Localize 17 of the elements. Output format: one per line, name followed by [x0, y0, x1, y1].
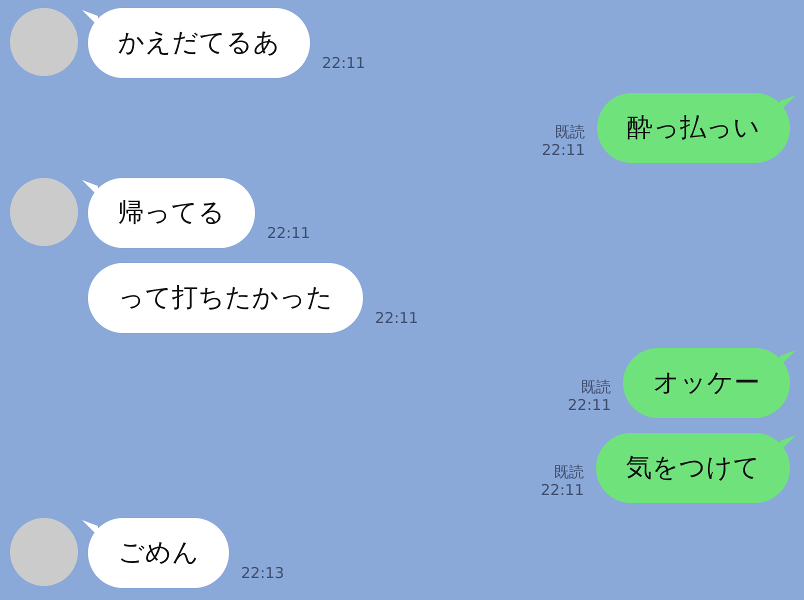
message-time: 22:11 — [540, 481, 584, 499]
message-bubble: 酔っ払っい — [597, 93, 790, 163]
message-time: 22:11 — [568, 396, 611, 414]
message-time: 22:11 — [322, 54, 366, 72]
message-time: 22:11 — [375, 309, 418, 327]
read-receipt: 既読 — [554, 123, 585, 141]
read-receipt: 既読 — [580, 378, 611, 396]
message-bubble: オッケー — [623, 348, 790, 418]
message-bubble: 気をつけて — [596, 433, 790, 503]
read-receipt: 既読 — [553, 463, 584, 481]
message-time: 22:11 — [542, 141, 585, 159]
message-time: 22:11 — [267, 224, 310, 242]
message-bubble: 帰ってる — [88, 178, 255, 248]
message-bubble: かえだてるあ — [88, 8, 310, 78]
message-bubble: ごめん — [88, 518, 229, 588]
message-time: 22:13 — [241, 564, 284, 582]
message-bubble: って打ちたかった — [88, 263, 363, 333]
